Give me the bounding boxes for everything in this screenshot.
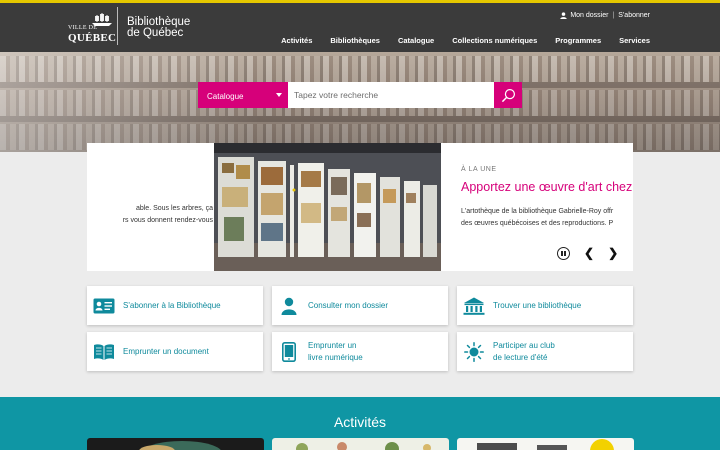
pause-icon (561, 250, 563, 256)
pause-icon (564, 250, 566, 256)
tablet-icon (278, 341, 300, 363)
quick-link-label-line-1: Emprunter un (308, 340, 357, 350)
quick-link-label: Consulter mon dossier (308, 300, 388, 312)
utility-links: Mon dossier | S'abonner (560, 12, 650, 19)
quick-link-label-line-2: livre numérique (308, 352, 363, 362)
search-bar: Catalogue (198, 82, 522, 108)
nav-collections-numeriques[interactable]: Collections numériques (452, 36, 537, 45)
logo-quebec-text: QUÉBEC (68, 32, 117, 44)
activity-card[interactable] (87, 438, 264, 450)
ville-de-quebec-logo[interactable]: VILLE DE QUÉBEC (68, 13, 117, 44)
slide-description-line-1: L'artothèque de la bibliothèque Gabriell… (461, 208, 614, 215)
quick-link-label: Emprunter un livre numérique (308, 340, 363, 364)
previous-slide-line-1: able. Sous les arbres, ça (135, 205, 213, 212)
quick-link-borrow-document[interactable]: Emprunter un document (87, 332, 263, 371)
my-account-link[interactable]: Mon dossier (570, 12, 608, 19)
quick-link-label: Trouver une bibliothèque (493, 300, 581, 312)
nav-bibliotheques[interactable]: Bibliothèques (330, 36, 380, 45)
previous-slide-line-2: rs vous donnent rendez-vous (122, 217, 213, 224)
activity-card-image (296, 442, 431, 450)
bibliotheque-logo[interactable]: Bibliothèque de Québec (127, 16, 190, 39)
quick-link-my-account[interactable]: Consulter mon dossier (272, 286, 448, 325)
quick-link-label-line-1: S'abonner à la Bibliothèque (123, 300, 221, 310)
activity-card-image (139, 441, 221, 450)
pause-button[interactable] (557, 246, 570, 260)
slide-kicker: À LA UNE (461, 166, 497, 173)
activities-heading: Activités (333, 414, 387, 430)
search-button[interactable] (494, 82, 522, 108)
featured-carousel: able. Sous les arbres, ça rs vous donnen… (87, 143, 633, 271)
slide-description-line-2: des œuvres québécoises et des reproducti… (461, 220, 614, 227)
person-icon (560, 12, 567, 19)
user-icon (278, 295, 300, 317)
logo-divider (117, 7, 118, 45)
quick-link-label-line-1: Trouver une bibliothèque (493, 300, 582, 310)
logo-ville-text: VILLE DE (68, 25, 98, 31)
logo-line-2: de Québec (127, 27, 184, 39)
quick-link-label-line-2: de lecture d'été (493, 352, 548, 362)
activities-section: Activités (0, 397, 720, 450)
chevron-down-icon (276, 93, 282, 97)
carousel-controls: ❮ ❯ (557, 246, 618, 260)
quick-link-label: S'abonner à la Bibliothèque (123, 300, 221, 312)
link-separator: | (612, 12, 615, 19)
nav-programmes[interactable]: Programmes (555, 36, 601, 45)
slide-description: L'artothèque de la bibliothèque Gabriell… (461, 206, 613, 230)
id-card-icon (93, 295, 115, 317)
quick-link-borrow-ebook[interactable]: Emprunter un livre numérique (272, 332, 448, 371)
slide-image-artotheque[interactable] (214, 143, 441, 271)
search-icon (501, 88, 515, 102)
search-input[interactable] (288, 82, 494, 108)
previous-slide-button[interactable]: ❮ (584, 246, 594, 260)
quick-link-label-line-1: Participer au club (493, 340, 555, 350)
quick-link-find-library[interactable]: Trouver une bibliothèque (457, 286, 633, 325)
slide-title-link[interactable]: Apportez une œuvre d'art chez (461, 180, 632, 194)
quick-link-label: Participer au club de lecture d'été (493, 340, 555, 364)
quick-link-label: Emprunter un document (123, 346, 209, 358)
quick-link-subscribe[interactable]: S'abonner à la Bibliothèque (87, 286, 263, 325)
search-category-select[interactable]: Catalogue (198, 82, 288, 108)
activity-card-image (477, 439, 614, 450)
search-category-value: Catalogue (207, 92, 244, 101)
nav-services[interactable]: Services (619, 36, 650, 45)
artwork-racks-image (214, 143, 441, 271)
sun-icon (463, 341, 485, 363)
quick-link-label-line-1: Consulter mon dossier (308, 300, 389, 310)
next-slide-button[interactable]: ❯ (608, 246, 618, 260)
quick-link-summer-club[interactable]: Participer au club de lecture d'été (457, 332, 633, 371)
library-building-icon (463, 295, 485, 317)
quick-link-label-line-1: Emprunter un document (123, 346, 209, 356)
previous-slide-text: able. Sous les arbres, ça rs vous donnen… (87, 203, 213, 227)
open-book-icon (93, 341, 115, 363)
nav-activites[interactable]: Activités (281, 36, 312, 45)
site-header: VILLE DE QUÉBEC Bibliothèque de Québec M… (0, 3, 720, 52)
main-navigation: Activités Bibliothèques Catalogue Collec… (281, 36, 650, 45)
nav-catalogue[interactable]: Catalogue (398, 36, 434, 45)
activity-card[interactable] (457, 438, 634, 450)
activity-card[interactable] (272, 438, 449, 450)
subscribe-link[interactable]: S'abonner (618, 12, 650, 19)
